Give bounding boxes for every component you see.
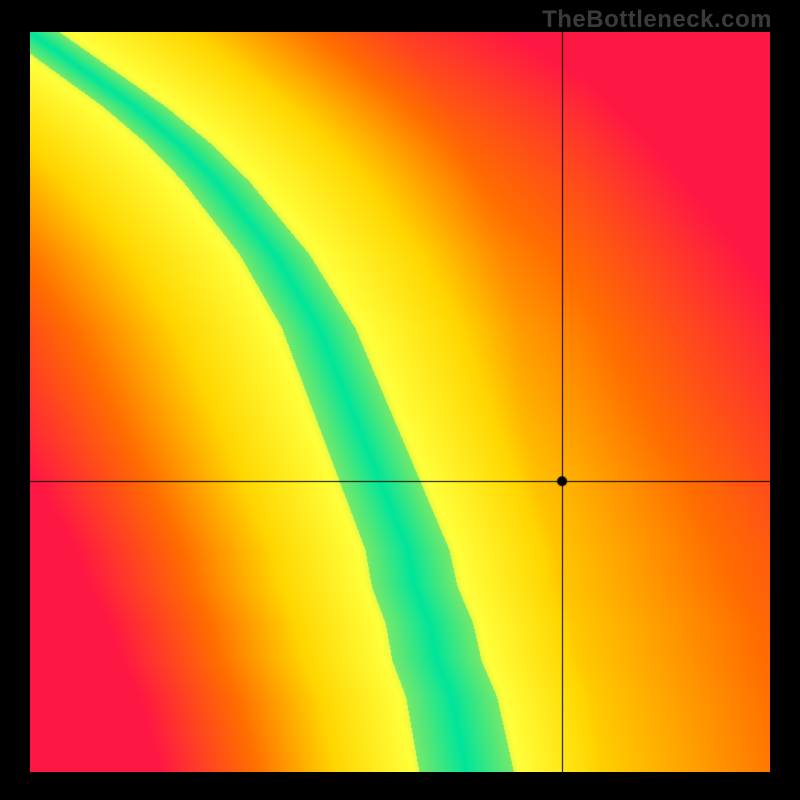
heatmap-frame xyxy=(30,32,770,772)
watermark-label: TheBottleneck.com xyxy=(542,6,772,34)
heatmap-canvas xyxy=(30,32,770,772)
chart-container: TheBottleneck.com xyxy=(0,0,800,800)
